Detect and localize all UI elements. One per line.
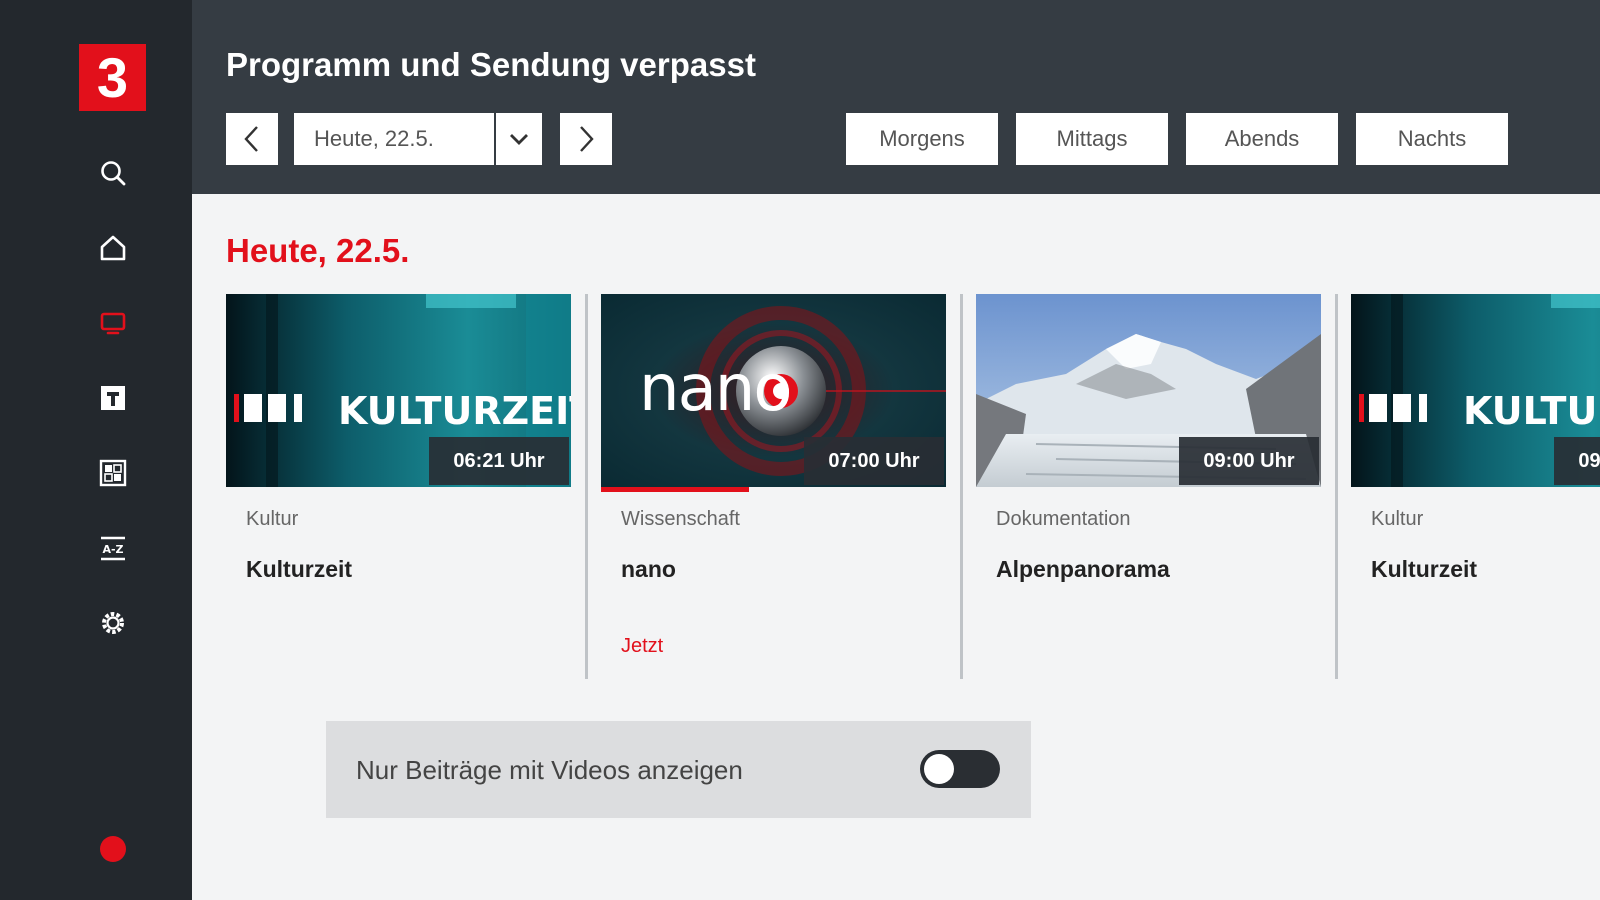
program-genre: Kultur (1371, 508, 1424, 530)
chevron-down-icon[interactable] (494, 113, 542, 165)
chevron-left-icon (244, 126, 258, 152)
live-indicator (100, 836, 126, 862)
previous-day-button[interactable] (226, 113, 278, 165)
header: Programm und Sendung verpasst Heute, 22.… (192, 0, 1600, 194)
sidebar: 3 A-Z (0, 0, 192, 900)
filter-abends-button[interactable]: Abends (1186, 113, 1338, 165)
svg-text:A-Z: A-Z (102, 543, 123, 556)
program-thumbnail: nano 07:00 Uhr (601, 294, 946, 487)
page-title: Programm und Sendung verpasst (226, 46, 756, 83)
video-filter: Nur Beiträge mit Videos anzeigen (326, 721, 1031, 818)
toggle-knob (924, 754, 954, 784)
program-card[interactable]: KULTURZEIT 09:00 Uhr Kultur Kulturzeit (1351, 294, 1600, 679)
time-badge: 07:00 Uhr (804, 437, 944, 485)
video-filter-label: Nur Beiträge mit Videos anzeigen (356, 755, 743, 785)
program-card[interactable]: 09:00 Uhr Dokumentation Alpenpanorama (976, 294, 1321, 679)
search-icon[interactable] (97, 157, 129, 189)
program-thumbnail: KULTURZEIT 06:21 Uhr (226, 294, 571, 487)
program-title: nano (621, 556, 676, 582)
home-icon[interactable] (97, 232, 129, 264)
a-z-icon[interactable]: A-Z (97, 532, 129, 564)
date-select-value: Heute, 22.5. (314, 126, 434, 151)
time-badge: 06:21 Uhr (429, 437, 569, 485)
thumbnail-title: nano (639, 352, 792, 426)
thumbnail-title: KULTURZEIT (1463, 389, 1600, 433)
video-filter-toggle[interactable] (920, 750, 1000, 788)
live-status: Jetzt (621, 635, 664, 657)
program-thumbnail: 09:00 Uhr (976, 294, 1321, 487)
program-title: Alpenpanorama (996, 556, 1170, 582)
program-card[interactable]: nano 07:00 Uhr Wissenschaft nano Jetzt (601, 294, 946, 679)
card-clip: KULTURZEIT 09:00 Uhr Kultur Kulturzeit (1351, 294, 1600, 679)
program-title: Kulturzeit (1371, 556, 1478, 582)
program-genre: Wissenschaft (621, 508, 740, 530)
program-card[interactable]: KULTURZEIT 06:21 Uhr Kultur Kulturzeit (226, 294, 571, 679)
logo-text: 3 (96, 45, 129, 109)
program-title: Kulturzeit (246, 556, 353, 582)
date-select[interactable]: Heute, 22.5. (294, 113, 542, 165)
tv-icon[interactable] (97, 307, 129, 339)
card-divider (585, 294, 588, 679)
program-genre: Dokumentation (996, 508, 1131, 530)
categories-icon[interactable] (97, 457, 129, 489)
progress-bar (601, 487, 750, 492)
program-thumbnail: KULTURZEIT 09:00 Uhr (1351, 294, 1600, 487)
teletext-icon[interactable] (97, 382, 129, 414)
time-badge: 09:00 Uhr (1554, 437, 1600, 485)
chevron-right-icon (580, 126, 594, 152)
filter-nachts-button[interactable]: Nachts (1356, 113, 1508, 165)
next-day-button[interactable] (560, 113, 612, 165)
gear-icon[interactable] (97, 607, 129, 639)
time-badge: 09:00 Uhr (1179, 437, 1319, 485)
program-genre: Kultur (246, 508, 299, 530)
section-heading: Heute, 22.5. (226, 232, 410, 269)
thumbnail-title: KULTURZEIT (338, 389, 571, 433)
card-divider (960, 294, 963, 679)
filter-mittags-button[interactable]: Mittags (1016, 113, 1168, 165)
filter-morgens-button[interactable]: Morgens (846, 113, 998, 165)
card-divider (1335, 294, 1338, 679)
channel-logo[interactable]: 3 (79, 44, 146, 111)
